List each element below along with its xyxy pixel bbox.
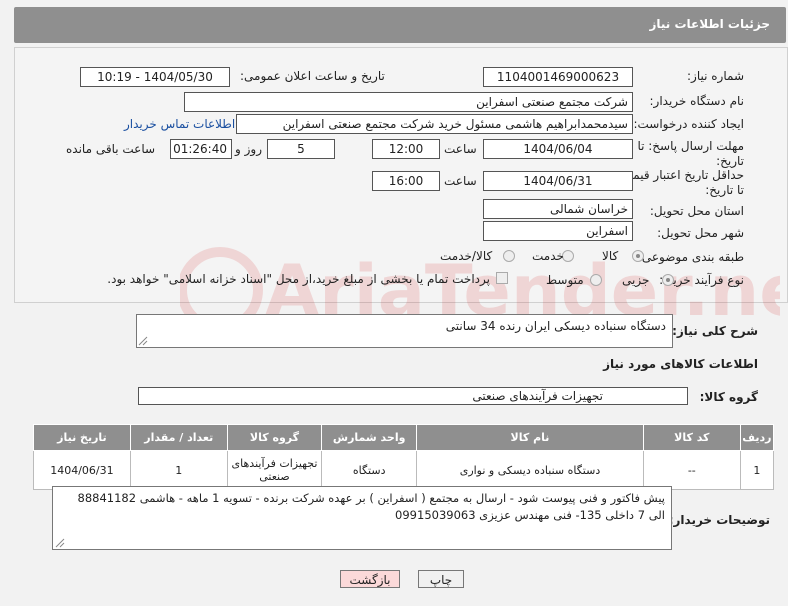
summary-text: دستگاه سنباده دیسکی ایران رنده 34 سانتی (445, 319, 666, 333)
buyer-org-label: نام دستگاه خریدار: (649, 94, 745, 108)
treasury-checkbox[interactable] (496, 272, 508, 284)
payment-note: پرداخت تمام یا بخشی از مبلغ خرید،از محل … (107, 272, 490, 286)
process-option-minor: جزیی (622, 273, 650, 287)
need-number-label: شماره نیاز: (687, 69, 744, 83)
need-number-field: 1104001469000623 (483, 67, 633, 87)
price-deadline-label-2: تا تاریخ: (705, 183, 744, 197)
page-header: جزئیات اطلاعات نیاز (14, 7, 786, 43)
goods-section-title: اطلاعات کالاهای مورد نیاز (603, 357, 758, 371)
resize-grip-icon[interactable] (55, 538, 65, 548)
remaining-time-field: 01:26:40 (170, 139, 232, 159)
reply-time-label: ساعت (444, 142, 477, 156)
buyer-org-field: شرکت مجتمع صنعتی اسفراین (184, 92, 633, 112)
buyer-notes-label: توضیحات خریدار: (668, 513, 770, 527)
price-deadline-label-1: حداقل تاریخ اعتبار قیمت: (617, 168, 744, 182)
cell-row: 1 (739, 450, 775, 490)
goods-group-field: تجهیزات فرآیندهای صنعتی (138, 387, 688, 405)
cell-unit: دستگاه (321, 450, 418, 490)
category-option-goods: کالا (602, 249, 619, 263)
province-label: استان محل تحویل: (649, 204, 744, 218)
category-option-both: کالا/خدمت (440, 249, 493, 263)
remaining-label: ساعت باقی مانده (66, 142, 156, 156)
buyer-notes-line-2: الی 7 داخلی 135- فنی مهندس عزیزی 0991503… (395, 508, 665, 522)
col-header-group: گروه کالا (226, 424, 323, 451)
col-header-unit: واحد شمارش (321, 424, 418, 451)
price-time-label: ساعت (444, 174, 477, 188)
page-title: جزئیات اطلاعات نیاز (649, 17, 770, 31)
col-header-qty: تعداد / مقدار (129, 424, 228, 451)
process-radio-minor[interactable] (662, 274, 674, 286)
category-option-service: خدمت (532, 249, 564, 263)
goods-group-label: گروه کالا: (699, 390, 758, 404)
reply-date-field: 1404/06/04 (483, 139, 633, 159)
days-label: روز و (235, 142, 262, 156)
creator-field: سیدمحمدابراهیم هاشمی مسئول خرید شرکت مجت… (236, 114, 633, 134)
cell-date: 1404/06/31 (33, 450, 131, 490)
city-label: شهر محل تحویل: (657, 226, 744, 240)
summary-label: شرح کلی نیاز: (672, 324, 758, 338)
province-field: خراسان شمالی (483, 199, 633, 219)
reply-deadline-label-1: مهلت ارسال پاسخ: تا (637, 139, 744, 153)
col-header-name: نام کالا (416, 424, 644, 451)
contact-info-link[interactable]: اطلاعات تماس خریدار (124, 117, 235, 131)
price-time-field: 16:00 (372, 171, 440, 191)
creator-label: ایجاد کننده درخواست: (633, 117, 744, 131)
reply-time-field: 12:00 (372, 139, 440, 159)
col-header-date: تاریخ نیاز (33, 424, 131, 451)
goods-table: ردیف کد کالا نام کالا واحد شمارش گروه کا… (33, 424, 775, 490)
category-label: طبقه بندی موضوعی: (637, 250, 744, 264)
buyer-notes-textarea[interactable]: پیش فاکتور و فنی پیوست شود - ارسال به مج… (52, 486, 672, 550)
print-button[interactable]: چاپ (418, 570, 464, 588)
cell-group: تجهیزات فرآیندهای صنعتی (226, 450, 323, 490)
reply-deadline-label-2: تاریخ: (716, 154, 744, 168)
process-option-medium: متوسط (546, 273, 584, 287)
back-button[interactable]: بازگشت (340, 570, 400, 588)
resize-grip-icon[interactable] (138, 336, 148, 346)
process-radio-medium[interactable] (590, 274, 602, 286)
city-field: اسفراین (483, 221, 633, 241)
summary-textarea[interactable]: دستگاه سنباده دیسکی ایران رنده 34 سانتی (136, 314, 673, 348)
col-header-code: کد کالا (642, 424, 741, 451)
category-radio-goods[interactable] (632, 250, 644, 262)
table-row: 1 -- دستگاه سنباده دیسکی و نواری دستگاه … (33, 450, 775, 490)
cell-code: -- (642, 450, 741, 490)
announce-field: 1404/05/30 - 10:19 (80, 67, 230, 87)
price-date-field: 1404/06/31 (483, 171, 633, 191)
cell-name: دستگاه سنباده دیسکی و نواری (416, 450, 644, 490)
days-field: 5 (267, 139, 335, 159)
category-radio-both[interactable] (503, 250, 515, 262)
col-header-row: ردیف (739, 424, 775, 451)
buyer-notes-line-1: پیش فاکتور و فنی پیوست شود - ارسال به مج… (77, 491, 666, 505)
goods-table-header: ردیف کد کالا نام کالا واحد شمارش گروه کا… (33, 424, 775, 451)
cell-qty: 1 (129, 450, 228, 490)
goods-group-value: تجهیزات فرآیندهای صنعتی (472, 389, 603, 403)
announce-label: تاریخ و ساعت اعلان عمومی: (240, 69, 385, 83)
